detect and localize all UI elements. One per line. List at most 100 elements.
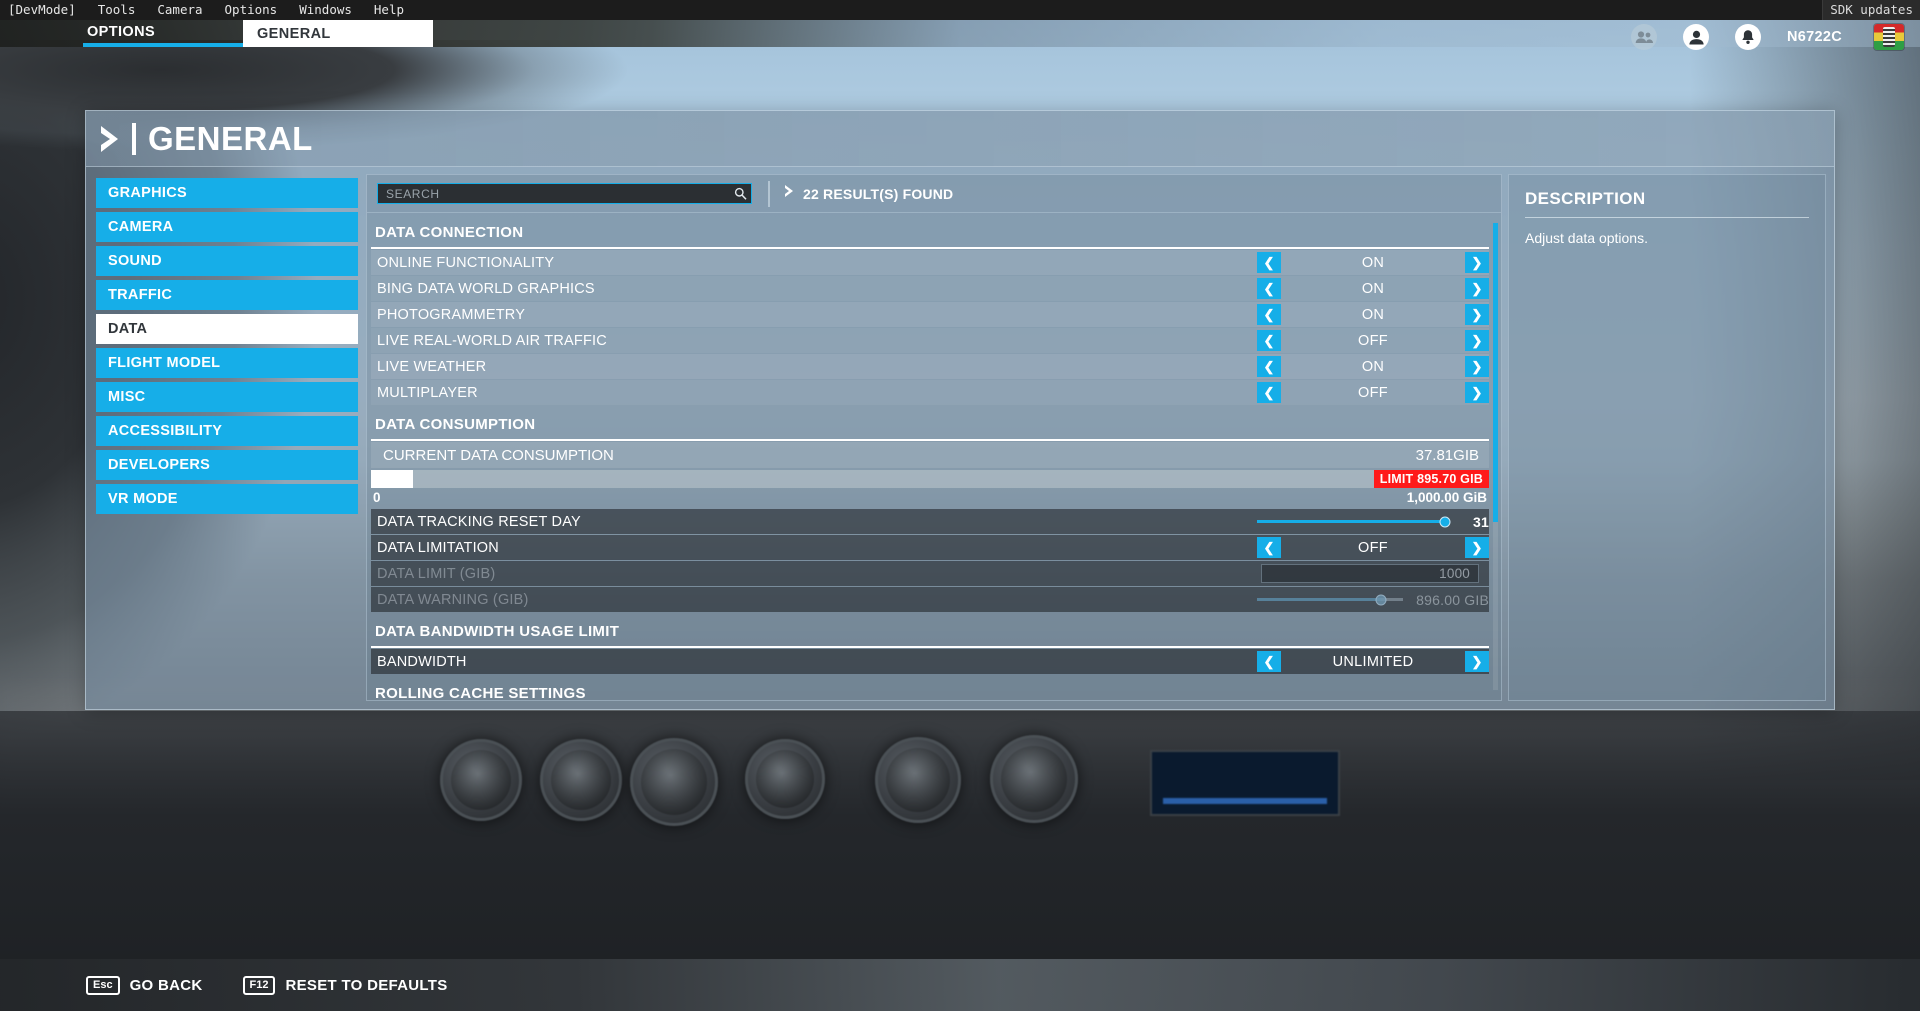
setting-row-online-functionality[interactable]: ONLINE FUNCTIONALITY ❮ ON ❯ [371,250,1489,275]
setting-value: ON [1361,254,1385,271]
spinner-next-button[interactable]: ❯ [1465,537,1489,558]
slider-knob[interactable] [1439,516,1451,527]
multifunction-display [1150,750,1340,816]
hint-reset-to-defaults[interactable]: F12 RESET TO DEFAULTS [242,975,448,995]
page-title: GENERAL [148,119,313,157]
spinner-prev-button[interactable]: ❮ [1257,278,1281,299]
spinner-prev-button[interactable]: ❮ [1257,330,1281,351]
gauge-attitude [540,739,622,821]
spinner-next-button[interactable]: ❯ [1465,330,1489,351]
slider-control-reset-day[interactable]: 31 [1257,509,1489,534]
sidebar-item-traffic[interactable]: TRAFFIC [96,280,358,310]
sidebar-item-vr-mode[interactable]: VR MODE [96,484,358,514]
setting-row-data-warning: DATA WARNING (GIB) 896.00 GIB [371,587,1489,612]
spinner-next-button[interactable]: ❯ [1465,278,1489,299]
sidebar-label: FLIGHT MODEL [108,355,221,371]
setting-row-data-tracking-reset-day[interactable]: DATA TRACKING RESET DAY 31 [371,509,1489,534]
spinner-control: ❮ OFF ❯ [1257,380,1489,405]
spinner-prev-button[interactable]: ❮ [1257,252,1281,273]
user-cluster: N6722C [1605,20,1920,54]
spinner-prev-button[interactable]: ❮ [1257,304,1281,325]
hint-go-back[interactable]: Esc GO BACK [86,975,203,995]
sidebar-item-camera[interactable]: CAMERA [96,212,358,242]
sidebar-item-flight-model[interactable]: FLIGHT MODEL [96,348,358,378]
sidebar-label: TRAFFIC [108,287,173,303]
sidebar-item-graphics[interactable]: GRAPHICS [96,178,358,208]
gauge-vertical-speed [990,735,1078,823]
devmode-menu-camera[interactable]: Camera [146,0,213,20]
devmode-menu-tools[interactable]: Tools [87,0,147,20]
sidebar-item-misc[interactable]: MISC [96,382,358,412]
tab-options[interactable]: OPTIONS [83,20,243,47]
setting-value: ON [1361,280,1385,297]
data-consumption-bar: LIMIT 895.70 GIB [371,470,1489,488]
page-title-bar: GENERAL [86,111,1834,167]
spinner-control: ❮ OFF ❯ [1257,328,1489,353]
setting-row-live-weather[interactable]: LIVE WEATHER ❮ ON ❯ [371,354,1489,379]
bar-background [371,470,1489,488]
bar-max-label: 1,000.00 GiB [1406,490,1487,505]
section-header-data-connection: DATA CONNECTION [371,214,1489,249]
spinner-next-button[interactable]: ❯ [1465,356,1489,377]
sidebar-item-accessibility[interactable]: ACCESSIBILITY [96,416,358,446]
gauge-turn-coordinator [745,739,825,819]
spinner-next-button[interactable]: ❯ [1465,304,1489,325]
spinner-next-button[interactable]: ❯ [1465,651,1489,672]
description-panel: DESCRIPTION Adjust data options. [1508,174,1826,701]
settings-list-panel: 22 RESULT(S) FOUND DATA CONNECTION ONLIN… [366,174,1502,701]
search-results-count: 22 RESULT(S) FOUND [803,185,954,202]
profile-icon[interactable] [1683,24,1709,50]
hint-label: GO BACK [129,976,203,994]
sidebar-label: VR MODE [108,491,178,507]
data-limit-input: 1000 [1261,564,1479,583]
search-box[interactable] [377,183,752,204]
sidebar-label: CAMERA [108,219,174,235]
slider-value: 896.00 GIB [1416,591,1489,608]
setting-row-multiplayer[interactable]: MULTIPLAYER ❮ OFF ❯ [371,380,1489,405]
tab-options-label: OPTIONS [87,23,156,40]
settings-scrollbar[interactable] [1493,223,1498,690]
title-divider [132,122,136,155]
bar-min-label: 0 [373,490,381,505]
devmode-menu-windows[interactable]: Windows [288,0,363,20]
settings-sidebar: GRAPHICS CAMERA SOUND TRAFFIC DATA FLIGH… [92,174,360,701]
options-panel: GENERAL GRAPHICS CAMERA SOUND TRAFFIC DA… [85,110,1835,710]
setting-row-photogrammetry[interactable]: PHOTOGRAMMETRY ❮ ON ❯ [371,302,1489,327]
spinner-next-button[interactable]: ❯ [1465,252,1489,273]
panel-body: GRAPHICS CAMERA SOUND TRAFFIC DATA FLIGH… [86,168,1834,709]
devmode-menu-options[interactable]: Options [214,0,289,20]
devmode-menubar[interactable]: [DevMode] Tools Camera Options Windows H… [0,0,1920,20]
spinner-prev-button[interactable]: ❮ [1257,651,1281,672]
scrollbar-thumb[interactable] [1493,223,1498,522]
gauge-heading [630,738,718,826]
spinner-prev-button[interactable]: ❮ [1257,537,1281,558]
current-data-consumption-row: CURRENT DATA CONSUMPTION 37.81GIB [371,442,1489,468]
search-input[interactable] [378,184,729,203]
description-heading: DESCRIPTION [1525,189,1809,218]
gauge-airspeed [440,739,522,821]
sidebar-item-data[interactable]: DATA [96,314,358,344]
data-limit-badge: LIMIT 895.70 GIB [1373,470,1489,488]
spinner-next-button[interactable]: ❯ [1465,382,1489,403]
setting-value: ON [1361,358,1385,375]
sidebar-item-sound[interactable]: SOUND [96,246,358,276]
spinner-control: ❮ ON ❯ [1257,276,1489,301]
slider-value: 31 [1473,513,1489,530]
devmode-menu-item[interactable]: [DevMode] [0,0,87,20]
notifications-bell-icon[interactable] [1735,24,1761,50]
friends-icon[interactable] [1631,24,1657,50]
slider-track[interactable] [1257,516,1451,527]
setting-row-data-limitation[interactable]: DATA LIMITATION ❮ OFF ❯ [371,535,1489,560]
setting-value: OFF [1358,539,1388,556]
search-results-row: 22 RESULT(S) FOUND [768,180,1491,207]
spinner-prev-button[interactable]: ❮ [1257,356,1281,377]
sdk-updates-button[interactable]: SDK updates [1822,0,1920,20]
setting-row-live-real-world-air-traffic[interactable]: LIVE REAL-WORLD AIR TRAFFIC ❮ OFF ❯ [371,328,1489,353]
setting-row-bandwidth[interactable]: BANDWIDTH ❮ UNLIMITED ❯ [371,649,1489,674]
sidebar-label: ACCESSIBILITY [108,423,223,439]
spinner-prev-button[interactable]: ❮ [1257,382,1281,403]
devmode-menu-help[interactable]: Help [363,0,415,20]
tab-general[interactable]: GENERAL [243,20,433,47]
sidebar-item-developers[interactable]: DEVELOPERS [96,450,358,480]
setting-row-bing-data-world-graphics[interactable]: BING DATA WORLD GRAPHICS ❮ ON ❯ [371,276,1489,301]
